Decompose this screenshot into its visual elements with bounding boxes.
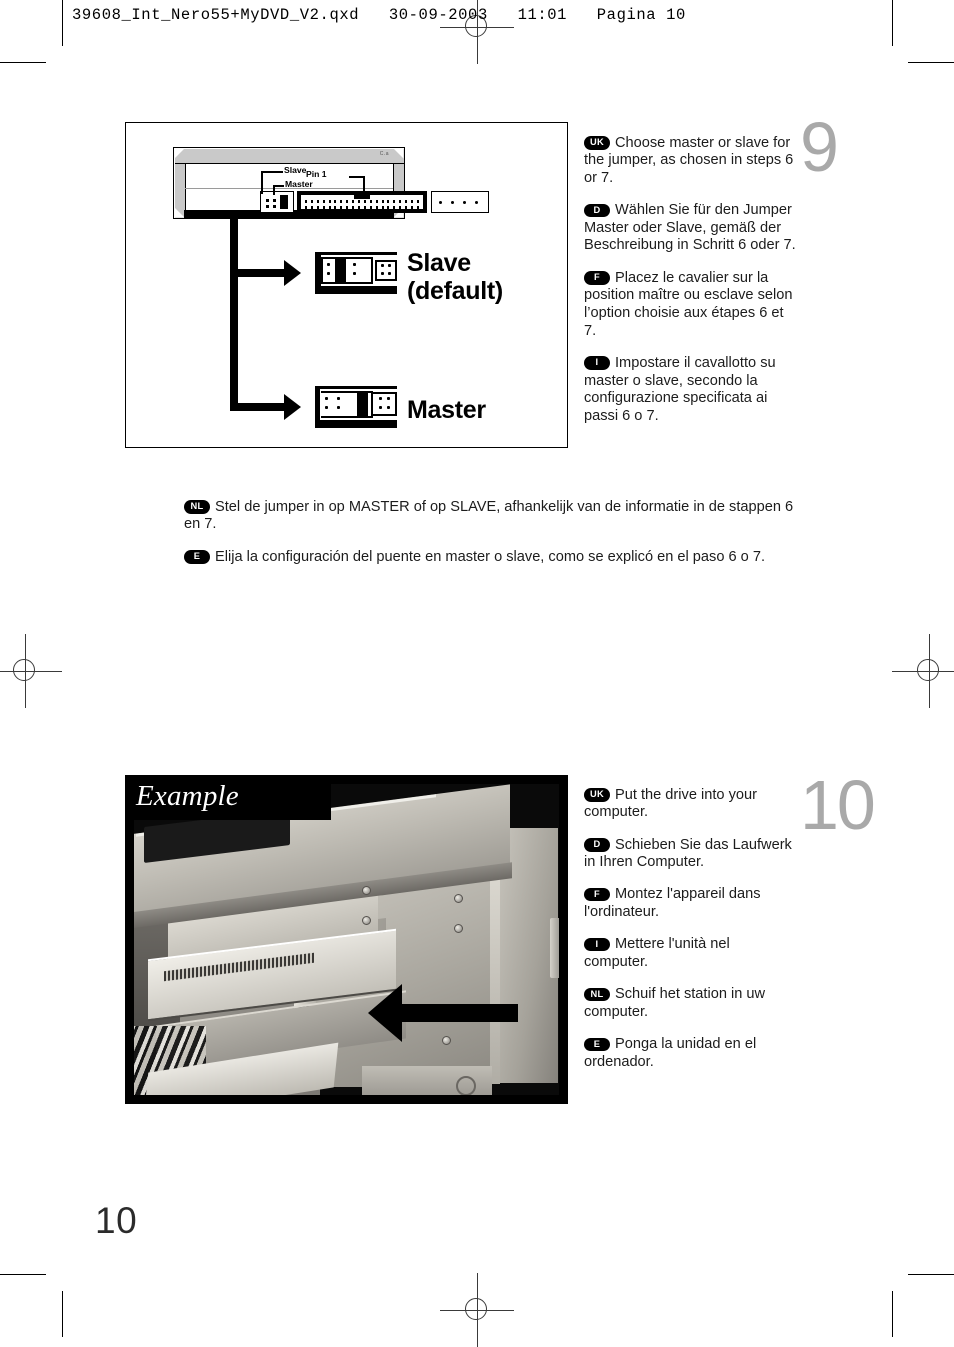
- crop-mark-bottom-left-vertical: [62, 1291, 64, 1337]
- instruction10-fr: F Montez l'appareil dans l'ordinateur.: [584, 886, 796, 921]
- instruction-uk: UK Choose master or slave for the jumper,…: [584, 135, 796, 188]
- pin1-leader-line: [349, 176, 365, 195]
- document-header-line: 39608_Int_Nero55+MyDVD_V2.qxd 30-09-2003…: [72, 6, 686, 24]
- language-badge-uk-2: UK: [584, 788, 610, 802]
- crop-mark-top-right-horizontal: [908, 62, 954, 64]
- jumper-option-slave-line1: Slave: [407, 249, 471, 277]
- language-badge-nl-2: NL: [584, 987, 610, 1002]
- instruction-nl: NL Stel de jumper in op MASTER of op SLAV…: [184, 499, 804, 534]
- example-installation-photo: Example: [125, 775, 568, 1104]
- language-badge-es: E: [184, 550, 210, 564]
- jumper-option-slave-line2: (default): [407, 277, 503, 305]
- photo-scene: [126, 776, 567, 1103]
- crop-mark-bottom-right-horizontal: [908, 1274, 954, 1276]
- language-badge-nl: NL: [184, 500, 210, 514]
- instruction-de-text: Wählen Sie für den Jumper Master oder Sl…: [584, 202, 796, 254]
- instruction10-fr-text: Montez l'appareil dans l'ordinateur.: [584, 886, 761, 921]
- step-9-number: 9: [800, 108, 839, 186]
- drive-rear-illustration: C.a Slave Master Pin 1: [173, 147, 489, 219]
- language-badge-de-2: D: [584, 838, 610, 852]
- example-caption: Example: [136, 780, 239, 812]
- drive-power-connector: [431, 191, 489, 213]
- instruction10-uk: UK Put the drive into your computer.: [584, 787, 796, 822]
- instruction-uk-text: Choose master or slave for the jumper, a…: [584, 134, 794, 186]
- step-10-number: 10: [800, 766, 876, 844]
- language-badge-fr-2: F: [584, 887, 610, 902]
- registration-mark-right: [892, 634, 954, 708]
- page-number: 10: [95, 1200, 138, 1241]
- jumper-option-label-master: Master: [407, 396, 486, 424]
- photo-direction-arrow-head: [368, 984, 402, 1042]
- drive-label-master: Master: [285, 179, 313, 189]
- language-badge-it-2: I: [584, 937, 610, 952]
- instruction-nl-text: Stel de jumper in op MASTER of op SLAVE,…: [184, 498, 794, 533]
- language-badge-it: I: [584, 356, 610, 370]
- language-badge-de: D: [584, 203, 610, 218]
- step-10-instructions: UK Put the drive into your computer. D Sch…: [584, 772, 796, 1071]
- drive-label-pin1: Pin 1: [306, 169, 327, 179]
- drive-label-slave: Slave: [284, 165, 307, 175]
- crop-mark-bottom-left-horizontal: [0, 1274, 46, 1276]
- instruction10-es: E Ponga la unidad en el ordenador.: [584, 1036, 796, 1071]
- photo-direction-arrow-shaft: [398, 1004, 518, 1022]
- jumper-icon-slave: [313, 252, 399, 294]
- instruction10-nl-text: Schuif het station in uw computer.: [584, 986, 766, 1020]
- language-badge-uk: UK: [584, 136, 610, 150]
- crop-mark-top-right-vertical: [892, 0, 894, 46]
- flow-line-to-slave: [230, 269, 286, 277]
- jumper-configuration-diagram: C.a Slave Master Pin 1 Slave (default) M…: [125, 122, 568, 448]
- step-9-instructions-wide: NL Stel de jumper in op MASTER of op SLAV…: [184, 484, 804, 579]
- crop-mark-top-left-horizontal: [0, 62, 46, 64]
- flow-arrow-slave: [284, 260, 301, 286]
- registration-mark-left: [0, 634, 62, 708]
- jumper-option-label-slave: Slave (default): [407, 249, 503, 305]
- master-leader-line: [273, 185, 284, 195]
- crop-mark-bottom-right-vertical: [892, 1291, 894, 1337]
- instruction10-de: D Schieben Sie das Laufwerk in Ihren Comp…: [584, 837, 796, 872]
- flow-arrow-master: [284, 394, 301, 420]
- step-9-instructions: UK Choose master or slave for the jumper,…: [584, 120, 796, 426]
- flow-line-vertical: [230, 219, 238, 411]
- registration-mark-bottom: [440, 1273, 514, 1347]
- instruction-fr: F Placez le cavalier sur la position maît…: [584, 270, 796, 341]
- instruction-it-text: Impostare il cavallotto su master o slav…: [584, 354, 776, 424]
- language-badge-fr: F: [584, 271, 610, 285]
- instruction-es: E Elija la configuración del puente en ma…: [184, 549, 804, 567]
- jumper-option-master-line1: Master: [407, 396, 486, 424]
- drive-model-marking: C.a: [379, 151, 389, 157]
- crop-mark-top-left-vertical: [62, 0, 64, 46]
- instruction10-uk-text: Put the drive into your computer.: [584, 786, 757, 821]
- instruction10-de-text: Schieben Sie das Laufwerk in Ihren Compu…: [584, 836, 792, 871]
- instruction-fr-text: Placez le cavalier sur la position maîtr…: [584, 269, 793, 339]
- instruction10-es-text: Ponga la unidad en el ordenador.: [584, 1036, 757, 1070]
- instruction10-nl: NL Schuif het station in uw computer.: [584, 986, 796, 1021]
- instruction10-it: I Mettere l'unità nel computer.: [584, 936, 796, 971]
- instruction-es-text: Elija la configuración del puente en mas…: [215, 548, 766, 565]
- jumper-icon-master: [313, 386, 399, 428]
- language-badge-es-2: E: [584, 1037, 610, 1052]
- instruction-de: D Wählen Sie für den Jumper Master oder S…: [584, 202, 796, 255]
- instruction-it: I Impostare il cavallotto su master o sla…: [584, 355, 796, 426]
- flow-line-to-master: [230, 403, 286, 411]
